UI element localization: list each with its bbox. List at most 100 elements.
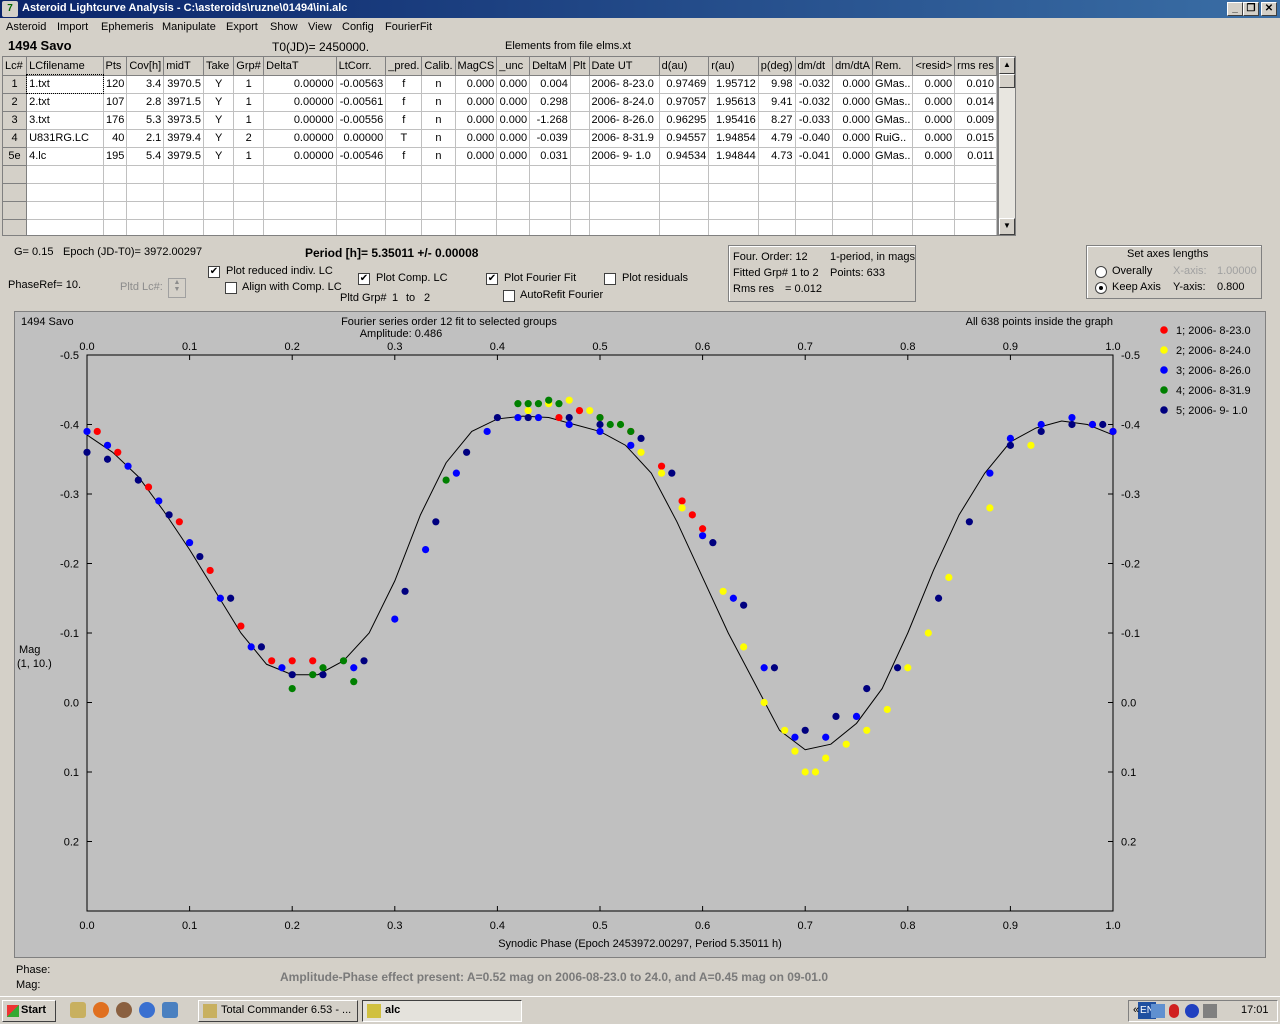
- table-cell[interactable]: [912, 165, 956, 184]
- table-cell[interactable]: f: [385, 147, 423, 166]
- table-cell[interactable]: 0.000: [496, 147, 531, 166]
- menu-manipulate[interactable]: Manipulate: [162, 21, 216, 33]
- row-header[interactable]: 3: [3, 111, 28, 130]
- table-cell[interactable]: [659, 165, 710, 184]
- column-header[interactable]: Cov[h]: [126, 57, 165, 76]
- table-cell[interactable]: [872, 183, 914, 202]
- table-cell[interactable]: f: [385, 75, 423, 94]
- table-cell[interactable]: 0.011: [954, 147, 997, 166]
- row-header[interactable]: 2: [3, 93, 28, 112]
- table-cell[interactable]: 2: [233, 129, 265, 148]
- table-cell[interactable]: [659, 201, 710, 220]
- table-cell[interactable]: n: [421, 111, 456, 130]
- table-cell[interactable]: 0.000: [832, 129, 874, 148]
- plotted-lc-spinner[interactable]: ▲ ▼: [168, 278, 186, 298]
- table-cell[interactable]: RuiG..: [872, 129, 914, 148]
- row-header[interactable]: [3, 165, 28, 184]
- table-cell[interactable]: 120: [103, 75, 128, 94]
- table-cell[interactable]: [758, 183, 796, 202]
- column-header[interactable]: Date UT: [589, 57, 660, 76]
- table-cell[interactable]: [954, 165, 997, 184]
- table-cell[interactable]: [26, 201, 104, 220]
- table-cell[interactable]: 0.009: [954, 111, 997, 130]
- keep-axis-radio[interactable]: [1095, 282, 1107, 294]
- pltd-grp-to[interactable]: 2: [424, 292, 430, 304]
- app-icon[interactable]: 7: [2, 1, 18, 17]
- table-cell[interactable]: n: [421, 93, 456, 112]
- y-axis-value[interactable]: 0.800: [1217, 281, 1245, 293]
- table-cell[interactable]: [589, 201, 660, 220]
- table-cell[interactable]: [570, 75, 590, 94]
- table-cell[interactable]: 0.000: [832, 75, 874, 94]
- table-cell[interactable]: [455, 219, 498, 235]
- table-cell[interactable]: Y: [203, 147, 235, 166]
- table-cell[interactable]: 0.00000: [336, 129, 387, 148]
- row-header[interactable]: [3, 219, 28, 235]
- column-header[interactable]: LtCorr.: [336, 57, 387, 76]
- table-cell[interactable]: 9.41: [758, 93, 796, 112]
- table-cell[interactable]: [795, 201, 834, 220]
- table-cell[interactable]: [336, 201, 387, 220]
- table-cell[interactable]: [708, 219, 759, 235]
- row-header[interactable]: 5e: [3, 147, 28, 166]
- table-cell[interactable]: [233, 219, 265, 235]
- table-cell[interactable]: [336, 219, 387, 235]
- table-cell[interactable]: n: [421, 147, 456, 166]
- table-cell[interactable]: [529, 219, 571, 235]
- table-cell[interactable]: [872, 201, 914, 220]
- table-cell[interactable]: 0.000: [912, 75, 956, 94]
- table-cell[interactable]: [126, 183, 165, 202]
- table-cell[interactable]: 0.000: [496, 93, 531, 112]
- column-header[interactable]: DeltaM: [529, 57, 571, 76]
- table-cell[interactable]: -0.00546: [336, 147, 387, 166]
- table-cell[interactable]: [954, 219, 997, 235]
- table-cell[interactable]: [385, 165, 423, 184]
- table-cell[interactable]: 0.010: [954, 75, 997, 94]
- table-cell[interactable]: 0.000: [496, 75, 531, 94]
- table-cell[interactable]: 107: [103, 93, 128, 112]
- column-header[interactable]: rms res: [954, 57, 997, 76]
- pltd-grp-from[interactable]: 1: [392, 292, 398, 304]
- x-axis-value[interactable]: 1.00000: [1217, 265, 1257, 277]
- lightcurve-plot-panel[interactable]: 1494 Savo Fourier series order 12 fit to…: [14, 311, 1266, 958]
- table-cell[interactable]: 0.000: [832, 111, 874, 130]
- table-cell[interactable]: 1.95613: [708, 93, 759, 112]
- table-cell[interactable]: -1.268: [529, 111, 571, 130]
- row-header[interactable]: [3, 201, 28, 220]
- table-cell[interactable]: [570, 129, 590, 148]
- menu-ephemeris[interactable]: Ephemeris: [101, 21, 154, 33]
- table-cell[interactable]: [589, 183, 660, 202]
- table-cell[interactable]: -0.032: [795, 75, 834, 94]
- table-cell[interactable]: 0.298: [529, 93, 571, 112]
- table-cell[interactable]: [758, 165, 796, 184]
- lightcurve-table[interactable]: Lc# LCfilename Pts Cov[h] midT Take Grp# DeltaT…: [2, 56, 998, 236]
- table-cell[interactable]: 3971.5: [163, 93, 204, 112]
- column-header[interactable]: dm/dtA: [832, 57, 874, 76]
- quicklaunch-icon[interactable]: [162, 1002, 178, 1018]
- table-row[interactable]: 2 2.txt 107 2.8 3971.5 Y 1 0.00000 -0.00561 f n 0.0…: [3, 93, 997, 112]
- table-row[interactable]: 1 1.txt 120 3.4 3970.5 Y 1 0.00000 -0.00563 f n 0.0…: [3, 74, 997, 94]
- table-cell[interactable]: -0.033: [795, 111, 834, 130]
- column-header[interactable]: _pred.: [385, 57, 423, 76]
- table-cell[interactable]: 195: [103, 147, 128, 166]
- column-header[interactable]: p(deg): [758, 57, 796, 76]
- table-scrollbar[interactable]: ▲ ▼: [998, 56, 1016, 236]
- table-cell[interactable]: 1: [233, 93, 265, 112]
- align-checkbox[interactable]: [225, 282, 237, 294]
- menu-asteroid[interactable]: Asteroid: [6, 21, 46, 33]
- table-cell[interactable]: [103, 183, 128, 202]
- table-cell[interactable]: 0.015: [954, 129, 997, 148]
- table-cell[interactable]: [233, 201, 265, 220]
- scroll-thumb[interactable]: [999, 74, 1015, 88]
- table-cell[interactable]: [263, 165, 337, 184]
- table-cell[interactable]: [421, 183, 456, 202]
- column-header[interactable]: d(au): [659, 57, 710, 76]
- table-cell[interactable]: [589, 219, 660, 235]
- table-cell[interactable]: -0.00556: [336, 111, 387, 130]
- browser-icon[interactable]: [116, 1002, 132, 1018]
- taskbar-total-commander[interactable]: Total Commander 6.53 - ...: [198, 1000, 358, 1022]
- table-cell[interactable]: [659, 183, 710, 202]
- column-header[interactable]: Lc#: [3, 57, 28, 76]
- table-cell[interactable]: 4.79: [758, 129, 796, 148]
- table-cell[interactable]: GMas..: [872, 111, 914, 130]
